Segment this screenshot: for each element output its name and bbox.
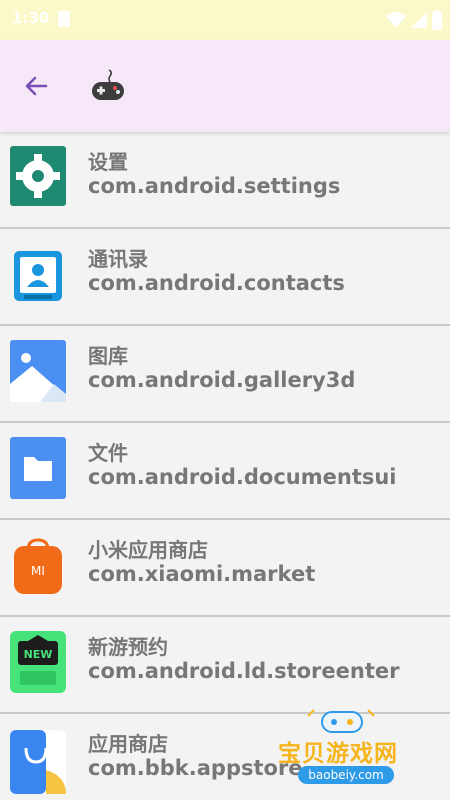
svg-text:NEW: NEW bbox=[24, 648, 53, 661]
settings-gear-icon bbox=[10, 140, 66, 212]
signal-icon bbox=[410, 11, 427, 28]
package-name: com.android.contacts bbox=[88, 271, 345, 295]
status-bar: 1:30 bbox=[0, 0, 450, 40]
sd-card-icon bbox=[58, 11, 70, 27]
app-name: 应用商店 bbox=[88, 732, 168, 756]
watermark-url: baobeiy.com bbox=[298, 766, 394, 784]
package-name: com.android.ld.storeenter bbox=[88, 659, 400, 683]
files-folder-icon bbox=[10, 431, 66, 503]
arrow-back-icon bbox=[25, 76, 48, 96]
watermark-gamepad-icon bbox=[307, 709, 375, 733]
gamepad-emoji-icon bbox=[90, 66, 126, 106]
svg-text:MI: MI bbox=[31, 564, 45, 578]
list-item[interactable]: 文件 com.android.documentsui bbox=[0, 423, 450, 520]
watermark-text: 宝贝游戏网 bbox=[278, 741, 398, 767]
package-name: com.android.documentsui bbox=[88, 465, 397, 489]
app-name: 通讯录 bbox=[88, 247, 148, 271]
watermark: 宝贝游戏网 baobeiy.com bbox=[272, 706, 422, 796]
app-list: 设置 com.android.settings 通讯录 com.android.… bbox=[0, 132, 450, 800]
back-button[interactable] bbox=[16, 66, 56, 106]
battery-icon bbox=[432, 9, 442, 30]
new-game-icon: NEW bbox=[10, 625, 66, 697]
package-name: com.android.gallery3d bbox=[88, 368, 356, 392]
app-name: 新游预约 bbox=[88, 635, 168, 659]
list-item[interactable]: 图库 com.android.gallery3d bbox=[0, 326, 450, 423]
gallery-icon bbox=[10, 334, 66, 406]
list-item[interactable]: 通讯录 com.android.contacts bbox=[0, 229, 450, 326]
xiaomi-market-icon: MI bbox=[10, 528, 66, 600]
package-name: com.android.settings bbox=[88, 174, 341, 198]
status-time: 1:30 bbox=[12, 9, 50, 27]
list-item[interactable]: NEW 新游预约 com.android.ld.storeenter bbox=[0, 617, 450, 714]
app-bar bbox=[0, 40, 450, 132]
list-item[interactable]: 设置 com.android.settings bbox=[0, 132, 450, 229]
app-name: 图库 bbox=[88, 344, 128, 368]
package-name: com.bbk.appstore bbox=[88, 756, 303, 780]
app-name: 文件 bbox=[88, 441, 128, 465]
status-icons bbox=[385, 9, 442, 31]
package-name: com.xiaomi.market bbox=[88, 562, 316, 586]
app-name: 小米应用商店 bbox=[88, 538, 208, 562]
app-name: 设置 bbox=[88, 150, 128, 174]
appstore-icon bbox=[10, 722, 66, 794]
wifi-icon bbox=[385, 11, 406, 28]
contacts-icon bbox=[10, 237, 66, 309]
list-item[interactable]: MI 小米应用商店 com.xiaomi.market bbox=[0, 520, 450, 617]
